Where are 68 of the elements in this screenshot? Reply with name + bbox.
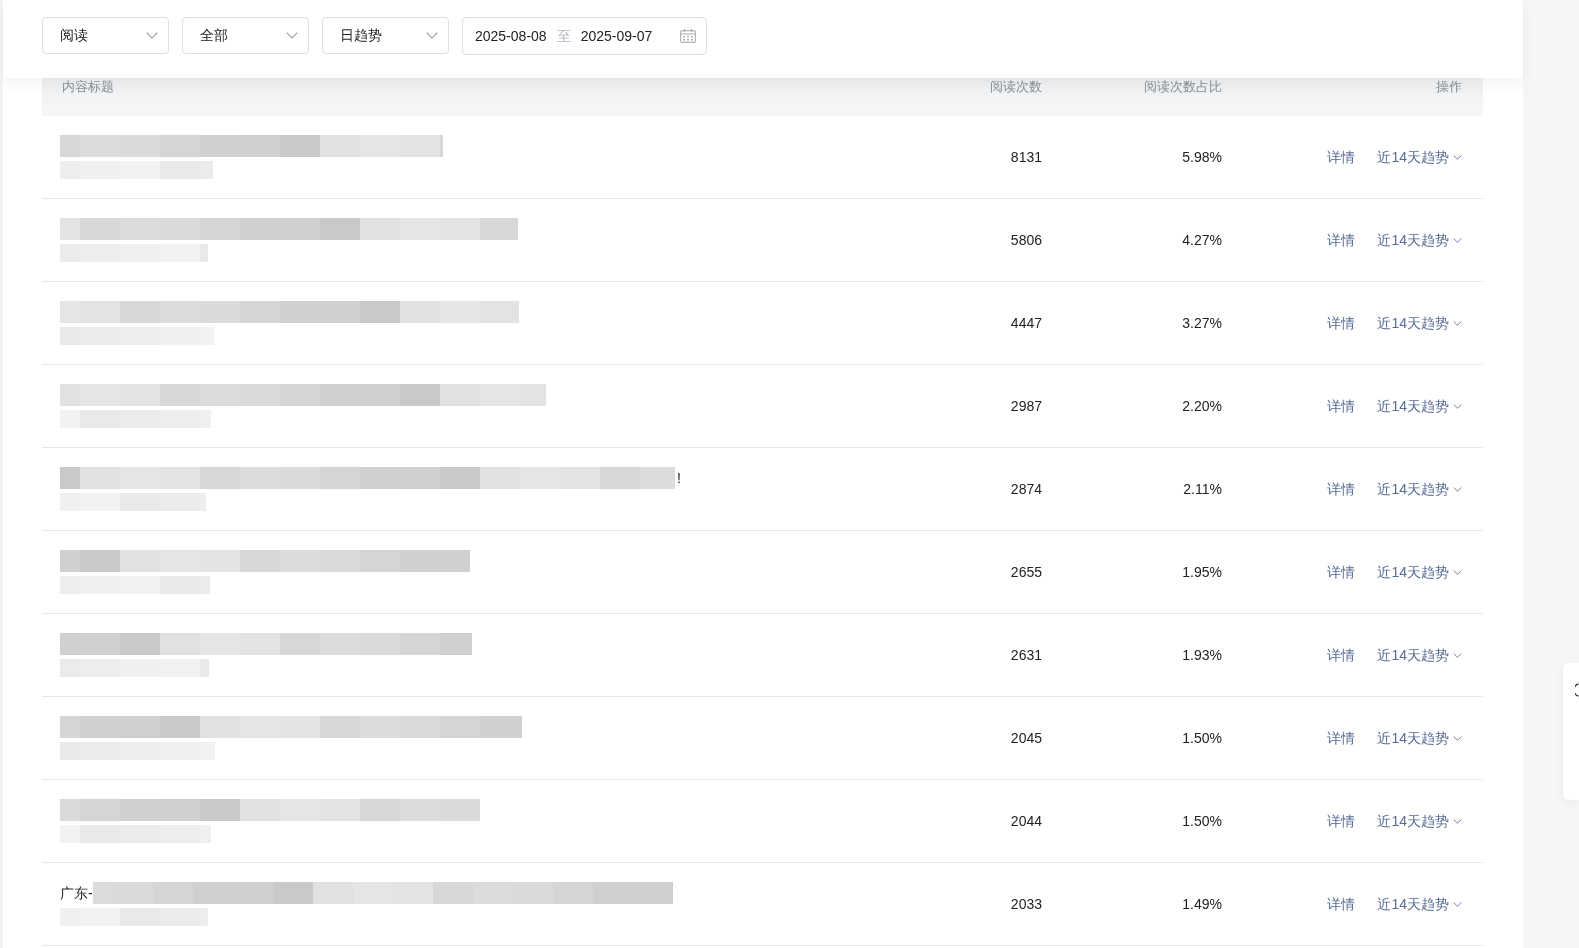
column-header: 阅读次数占比 — [1144, 78, 1222, 96]
trend-dropdown[interactable]: 近14天趋势 — [1377, 312, 1462, 334]
dropdown-select[interactable]: 全部 — [182, 17, 309, 54]
caret-icon — [1453, 237, 1462, 243]
read-count: 2044 — [1010, 811, 1042, 831]
read-count: 2033 — [1010, 894, 1042, 914]
read-share: 1.95% — [1182, 562, 1222, 582]
read-share: 5.98% — [1182, 147, 1222, 167]
details-link[interactable]: 详情 — [1327, 146, 1356, 168]
read-share: 2.20% — [1182, 396, 1222, 416]
column-header: 内容标题 — [62, 78, 114, 96]
read-count: 2045 — [1010, 728, 1042, 748]
dropdown-select[interactable]: 阅读 — [42, 17, 169, 54]
read-share: 1.50% — [1182, 811, 1222, 831]
read-count: 2987 — [1010, 396, 1042, 416]
details-link[interactable]: 详情 — [1327, 312, 1356, 334]
caret-icon — [1453, 818, 1462, 824]
details-link[interactable]: 详情 — [1327, 478, 1356, 500]
calendar-icon — [680, 29, 696, 43]
read-count: 4447 — [1010, 313, 1042, 333]
dropdown-select[interactable]: 日趋势 — [322, 17, 449, 54]
date-separator: 至 — [556, 26, 571, 46]
details-link[interactable]: 详情 — [1327, 727, 1356, 749]
read-share: 4.27% — [1182, 230, 1222, 250]
date-range-field[interactable]: 2025-08-08 至 2025-09-07 — [462, 17, 707, 55]
read-count: 5806 — [1010, 230, 1042, 250]
details-link[interactable]: 详情 — [1327, 561, 1356, 583]
caret-icon — [286, 32, 298, 39]
read-count: 2655 — [1010, 562, 1042, 582]
read-share: 3.27% — [1182, 313, 1222, 333]
trend-dropdown[interactable]: 近14天趋势 — [1377, 229, 1462, 251]
details-link[interactable]: 详情 — [1327, 229, 1356, 251]
trend-dropdown[interactable]: 近14天趋势 — [1377, 644, 1462, 666]
caret-icon — [1453, 486, 1462, 492]
caret-icon — [426, 32, 438, 39]
details-link[interactable]: 详情 — [1327, 893, 1356, 915]
caret-icon — [1453, 901, 1462, 907]
read-share: 1.93% — [1182, 645, 1222, 665]
title-text: 广东- — [60, 883, 93, 903]
column-header: 操作 — [1436, 78, 1462, 96]
title-text: ! — [677, 468, 681, 488]
end-date: 2025-09-07 — [580, 26, 653, 46]
caret-icon — [1453, 652, 1462, 658]
start-date: 2025-08-08 — [475, 26, 547, 46]
trend-dropdown[interactable]: 近14天趋势 — [1377, 395, 1462, 417]
read-count: 2874 — [1010, 479, 1042, 499]
trend-dropdown[interactable]: 近14天趋势 — [1377, 478, 1462, 500]
caret-icon — [1453, 403, 1462, 409]
partial-ring-icon — [1575, 683, 1579, 697]
caret-icon — [146, 32, 158, 39]
read-share: 1.50% — [1182, 728, 1222, 748]
trend-dropdown[interactable]: 近14天趋势 — [1377, 810, 1462, 832]
trend-dropdown[interactable]: 近14天趋势 — [1377, 561, 1462, 583]
caret-icon — [1453, 154, 1462, 160]
read-count: 8131 — [1010, 147, 1042, 167]
details-link[interactable]: 详情 — [1327, 810, 1356, 832]
trend-dropdown[interactable]: 近14天趋势 — [1377, 727, 1462, 749]
read-share: 1.49% — [1182, 894, 1222, 914]
details-link[interactable]: 详情 — [1327, 395, 1356, 417]
caret-icon — [1453, 569, 1462, 575]
read-share: 2.11% — [1183, 479, 1222, 499]
caret-icon — [1453, 735, 1462, 741]
column-header: 阅读次数 — [990, 78, 1042, 96]
trend-dropdown[interactable]: 近14天趋势 — [1377, 146, 1462, 168]
read-count: 2631 — [1010, 645, 1042, 665]
trend-dropdown[interactable]: 近14天趋势 — [1377, 893, 1462, 915]
details-link[interactable]: 详情 — [1327, 644, 1356, 666]
caret-icon — [1453, 320, 1462, 326]
